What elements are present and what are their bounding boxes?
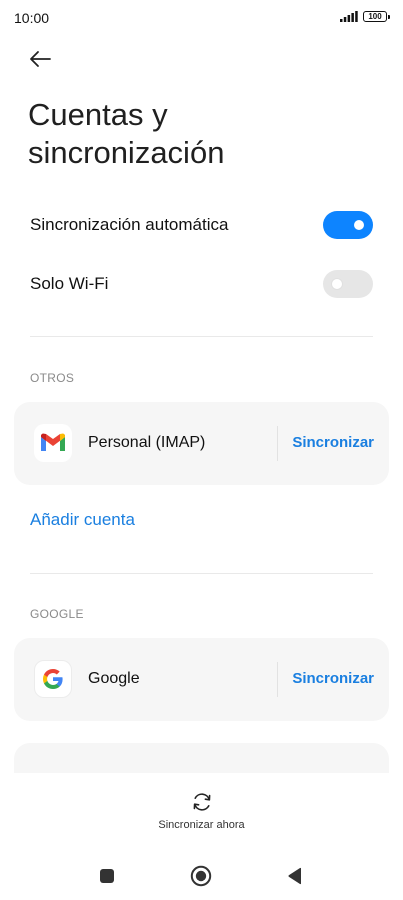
- card-divider: [277, 662, 278, 697]
- sync-now-label: Sincronizar ahora: [158, 819, 245, 831]
- account-name-google: Google: [88, 670, 140, 687]
- home-button[interactable]: [183, 858, 219, 894]
- wifi-only-toggle[interactable]: [323, 270, 373, 298]
- signal-icon: [340, 11, 358, 22]
- auto-sync-toggle[interactable]: [323, 211, 373, 239]
- toggle-knob: [354, 220, 364, 230]
- recents-button[interactable]: [89, 858, 125, 894]
- section-divider: [30, 573, 373, 574]
- status-icons: 100: [340, 11, 390, 22]
- navigation-bar: [0, 858, 403, 894]
- sync-button-imap[interactable]: Sincronizar: [292, 434, 374, 451]
- triangle-back-icon: [288, 867, 301, 885]
- section-header-otros: OTROS: [30, 371, 75, 385]
- sync-icon: [193, 793, 210, 811]
- sync-now-button[interactable]: Sincronizar ahora: [140, 791, 263, 831]
- status-time: 10:00: [14, 10, 50, 26]
- circle-icon: [190, 865, 212, 887]
- page-title: Cuentas y sincronización: [28, 97, 225, 170]
- section-divider: [30, 336, 373, 337]
- account-card-imap[interactable]: Personal (IMAP) Sincronizar: [14, 402, 389, 485]
- square-icon: [100, 869, 114, 883]
- auto-sync-label: Sincronización automática: [30, 215, 229, 234]
- battery-level: 100: [368, 12, 382, 21]
- add-account-button[interactable]: Añadir cuenta: [30, 510, 135, 530]
- account-card-partial[interactable]: [14, 743, 389, 773]
- back-nav-button[interactable]: [277, 858, 313, 894]
- toggle-knob: [332, 279, 342, 289]
- gmail-icon: [34, 424, 72, 462]
- status-bar: 10:00 100: [0, 0, 403, 36]
- section-header-google: GOOGLE: [30, 607, 84, 621]
- arrow-left-icon: [30, 51, 51, 67]
- account-name-imap: Personal (IMAP): [88, 434, 206, 451]
- battery-icon: 100: [363, 11, 390, 22]
- back-button[interactable]: [24, 44, 56, 74]
- bottom-action-area: Sincronizar ahora: [0, 773, 403, 900]
- account-card-google[interactable]: Google Sincronizar: [14, 638, 389, 721]
- wifi-only-label: Solo Wi-Fi: [30, 274, 109, 293]
- card-divider: [277, 426, 278, 461]
- sync-button-google[interactable]: Sincronizar: [292, 670, 374, 687]
- google-icon: [34, 660, 72, 698]
- wifi-only-row[interactable]: Solo Wi-Fi: [30, 267, 373, 301]
- auto-sync-row[interactable]: Sincronización automática: [30, 208, 373, 242]
